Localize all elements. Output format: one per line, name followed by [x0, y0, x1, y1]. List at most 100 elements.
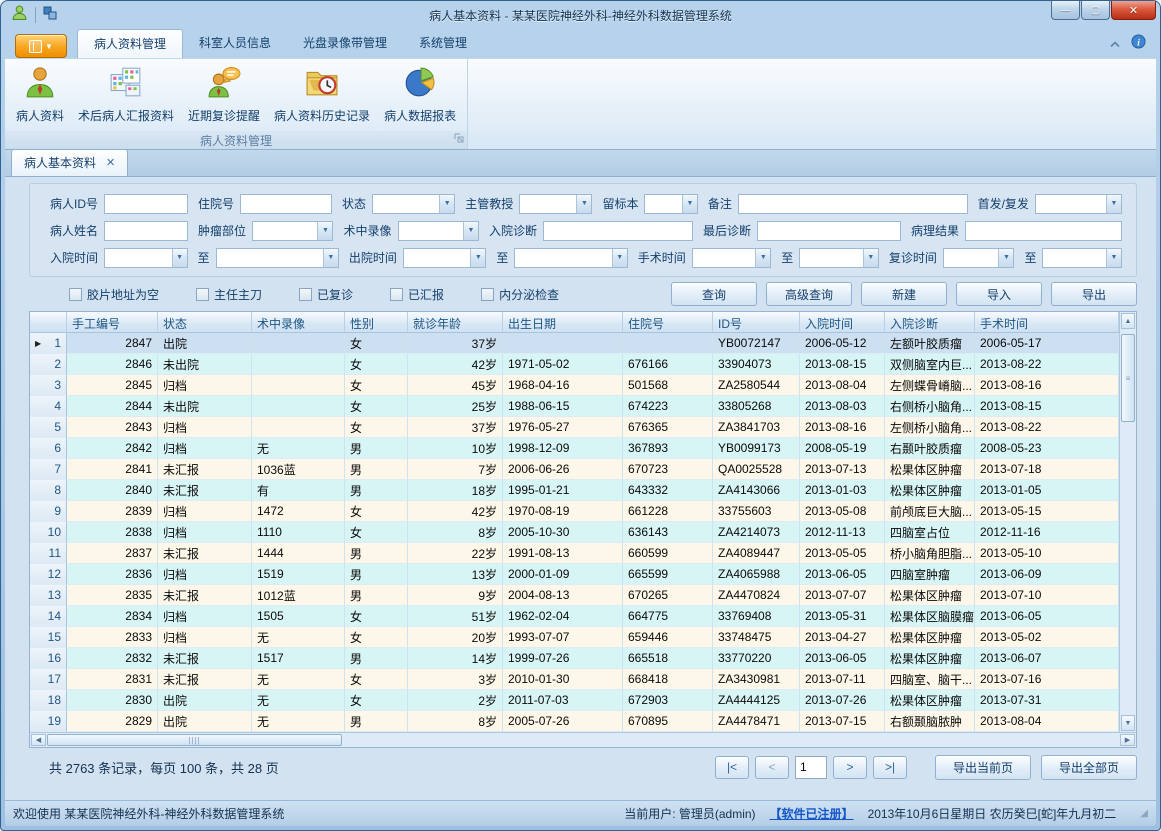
- grid-row[interactable]: ▶12847出院女37岁YB00721472006-05-12左额叶胶质瘤200…: [30, 333, 1119, 354]
- advanced-query-button[interactable]: 高级查询: [766, 282, 852, 306]
- page-input[interactable]: [795, 756, 827, 779]
- grid-header-indicator[interactable]: [30, 312, 67, 332]
- filter-input-pathology-result[interactable]: [965, 221, 1122, 241]
- filter-combo-tumor-site[interactable]: ▼: [252, 221, 333, 241]
- grid-row[interactable]: 52843归档女37岁1976-05-27676365ZA38417032013…: [30, 417, 1119, 438]
- vertical-scroll-thumb[interactable]: ≡: [1121, 334, 1135, 422]
- grid-row[interactable]: 92839归档1472女42岁1970-08-19661228337556032…: [30, 501, 1119, 522]
- checkbox-box-icon[interactable]: [69, 288, 82, 301]
- grid-header-id-no[interactable]: ID号: [713, 312, 800, 332]
- prev-page-button[interactable]: <: [755, 756, 789, 779]
- grid-header-status[interactable]: 状态: [158, 312, 252, 332]
- grid-header-surgery-video[interactable]: 术中录像: [252, 312, 345, 332]
- checkbox-film-address-empty[interactable]: 胶片地址为空: [69, 286, 159, 303]
- filter-combo-revisit-date-to[interactable]: ▼: [1042, 248, 1122, 268]
- grid-header-admission-date[interactable]: 入院时间: [800, 312, 885, 332]
- ribbon-collapse-icon[interactable]: [1109, 35, 1121, 53]
- export-all-pages-button[interactable]: 导出全部页: [1041, 755, 1137, 780]
- filter-combo-surgery-video[interactable]: ▼: [398, 221, 479, 241]
- grid-row[interactable]: 152833归档无女20岁1993-07-0765944633748475201…: [30, 627, 1119, 648]
- grid-row[interactable]: 162832未汇报1517男14岁1999-07-266655183377022…: [30, 648, 1119, 669]
- next-page-button[interactable]: >: [833, 756, 867, 779]
- windows-layout-icon[interactable]: [43, 6, 57, 25]
- filter-combo-status[interactable]: ▼: [372, 194, 455, 214]
- registered-link[interactable]: 【软件已注册】: [770, 805, 854, 822]
- document-tab-patient-basic-data[interactable]: 病人基本资料 ✕: [11, 149, 128, 176]
- horizontal-scrollbar[interactable]: ◀ |||| ▶: [30, 732, 1136, 747]
- grid-row[interactable]: 142834归档1505女51岁1962-02-0466477533769408…: [30, 606, 1119, 627]
- grid-row[interactable]: 42844未出院女25岁1988-06-15674223338052682013…: [30, 396, 1119, 417]
- minimize-button[interactable]: —: [1051, 1, 1080, 20]
- scroll-right-icon[interactable]: ▶: [1120, 734, 1135, 746]
- checkbox-box-icon[interactable]: [390, 288, 403, 301]
- query-button[interactable]: 查询: [671, 282, 757, 306]
- checkbox-box-icon[interactable]: [481, 288, 494, 301]
- filter-combo-revisit-date-from[interactable]: ▼: [943, 248, 1015, 268]
- grid-row[interactable]: 82840未汇报有男18岁1995-01-21643332ZA414306620…: [30, 480, 1119, 501]
- filter-combo-discharge-date-to[interactable]: ▼: [514, 248, 627, 268]
- grid-row[interactable]: 192829出院无男8岁2005-07-26670895ZA4478471201…: [30, 711, 1119, 732]
- checkbox-box-icon[interactable]: [196, 288, 209, 301]
- export-button[interactable]: 导出: [1051, 282, 1137, 306]
- filter-combo-surgery-date-from[interactable]: ▼: [692, 248, 772, 268]
- scroll-down-icon[interactable]: ▼: [1121, 715, 1135, 731]
- checkbox-reported[interactable]: 已汇报: [390, 286, 444, 303]
- grid-header-gender[interactable]: 性别: [345, 312, 408, 332]
- tab-close-icon[interactable]: ✕: [106, 156, 115, 169]
- ribbon-tab-patient-data[interactable]: 病人资料管理: [77, 29, 183, 58]
- filter-combo-professor[interactable]: ▼: [519, 194, 592, 214]
- filter-combo-specimen[interactable]: ▼: [644, 194, 697, 214]
- ribbon-button-patient[interactable]: 病人资料: [9, 62, 71, 126]
- filter-combo-surgery-date-to[interactable]: ▼: [799, 248, 879, 268]
- ribbon-button-postop-report[interactable]: 术后病人汇报资料: [71, 62, 181, 126]
- grid-header-admission-no[interactable]: 住院号: [623, 312, 713, 332]
- ribbon-tab-system[interactable]: 系统管理: [403, 29, 483, 58]
- grid-header-manual-no[interactable]: 手工编号: [67, 312, 158, 332]
- horizontal-scroll-thumb[interactable]: ||||: [47, 734, 342, 746]
- dialog-launcher-icon[interactable]: [454, 132, 464, 146]
- filter-input-remark[interactable]: [738, 194, 968, 214]
- checkbox-chief-surgeon[interactable]: 主任主刀: [196, 286, 262, 303]
- grid-row[interactable]: 122836归档1519男13岁2000-01-09665599ZA406598…: [30, 564, 1119, 585]
- grid-row[interactable]: 172831未汇报无女3岁2010-01-30668418ZA343098120…: [30, 669, 1119, 690]
- filter-combo-admission-date-from[interactable]: ▼: [104, 248, 188, 268]
- vertical-scrollbar[interactable]: ▲ ≡ ▼: [1119, 312, 1136, 732]
- grid-row[interactable]: 22846未出院女42岁1971-05-02676166339040732013…: [30, 354, 1119, 375]
- resize-grip-icon[interactable]: ◢: [1140, 808, 1148, 819]
- grid-header-surgery-date[interactable]: 手术时间: [975, 312, 1119, 332]
- grid-header-visit-age[interactable]: 就诊年龄: [408, 312, 503, 332]
- scroll-left-icon[interactable]: ◀: [31, 734, 46, 746]
- maximize-button[interactable]: ▢: [1081, 1, 1110, 20]
- filter-input-final-diagnosis[interactable]: [757, 221, 901, 241]
- grid-row[interactable]: 62842归档无男10岁1998-12-09367893YB0099173200…: [30, 438, 1119, 459]
- grid-row[interactable]: 182830出院无女2岁2011-07-03672903ZA4444125201…: [30, 690, 1119, 711]
- ribbon-button-report-chart[interactable]: 病人数据报表: [377, 62, 463, 126]
- filter-input-patient-name[interactable]: [104, 221, 188, 241]
- import-button[interactable]: 导入: [956, 282, 1042, 306]
- checkbox-box-icon[interactable]: [299, 288, 312, 301]
- ribbon-button-revisit-reminder[interactable]: 近期复诊提醒: [181, 62, 267, 126]
- checkbox-endocrine-exam[interactable]: 内分泌检查: [481, 286, 559, 303]
- grid-row[interactable]: 112837未汇报1444男22岁1991-08-13660599ZA40894…: [30, 543, 1119, 564]
- titlebar[interactable]: 病人基本资料 - 某某医院神经外科-神经外科数据管理系统 — ▢ ✕: [5, 1, 1156, 29]
- grid-header-admission-diagnosis[interactable]: 入院诊断: [885, 312, 975, 332]
- ribbon-tab-disc-tape[interactable]: 光盘录像带管理: [287, 29, 403, 58]
- app-menu-button[interactable]: ▼: [15, 34, 67, 58]
- filter-combo-discharge-date-from[interactable]: ▼: [403, 248, 487, 268]
- filter-combo-admission-date-to[interactable]: ▼: [216, 248, 339, 268]
- new-button[interactable]: 新建: [861, 282, 947, 306]
- checkbox-revisited[interactable]: 已复诊: [299, 286, 353, 303]
- filter-input-patient-id[interactable]: [104, 194, 188, 214]
- close-button[interactable]: ✕: [1111, 1, 1156, 20]
- export-current-page-button[interactable]: 导出当前页: [935, 755, 1031, 780]
- info-icon[interactable]: i: [1131, 34, 1146, 54]
- grid-header-birth-date[interactable]: 出生日期: [503, 312, 623, 332]
- first-page-button[interactable]: |<: [715, 756, 749, 779]
- filter-combo-first-relapse[interactable]: ▼: [1035, 194, 1122, 214]
- ribbon-button-history[interactable]: 病人资料历史记录: [267, 62, 377, 126]
- grid-row[interactable]: 102838归档1110女8岁2005-10-30636143ZA4214073…: [30, 522, 1119, 543]
- ribbon-tab-dept-staff[interactable]: 科室人员信息: [183, 29, 287, 58]
- scroll-up-icon[interactable]: ▲: [1121, 313, 1135, 329]
- last-page-button[interactable]: >|: [873, 756, 907, 779]
- grid-row[interactable]: 132835未汇报1012蓝男9岁2004-08-13670265ZA44708…: [30, 585, 1119, 606]
